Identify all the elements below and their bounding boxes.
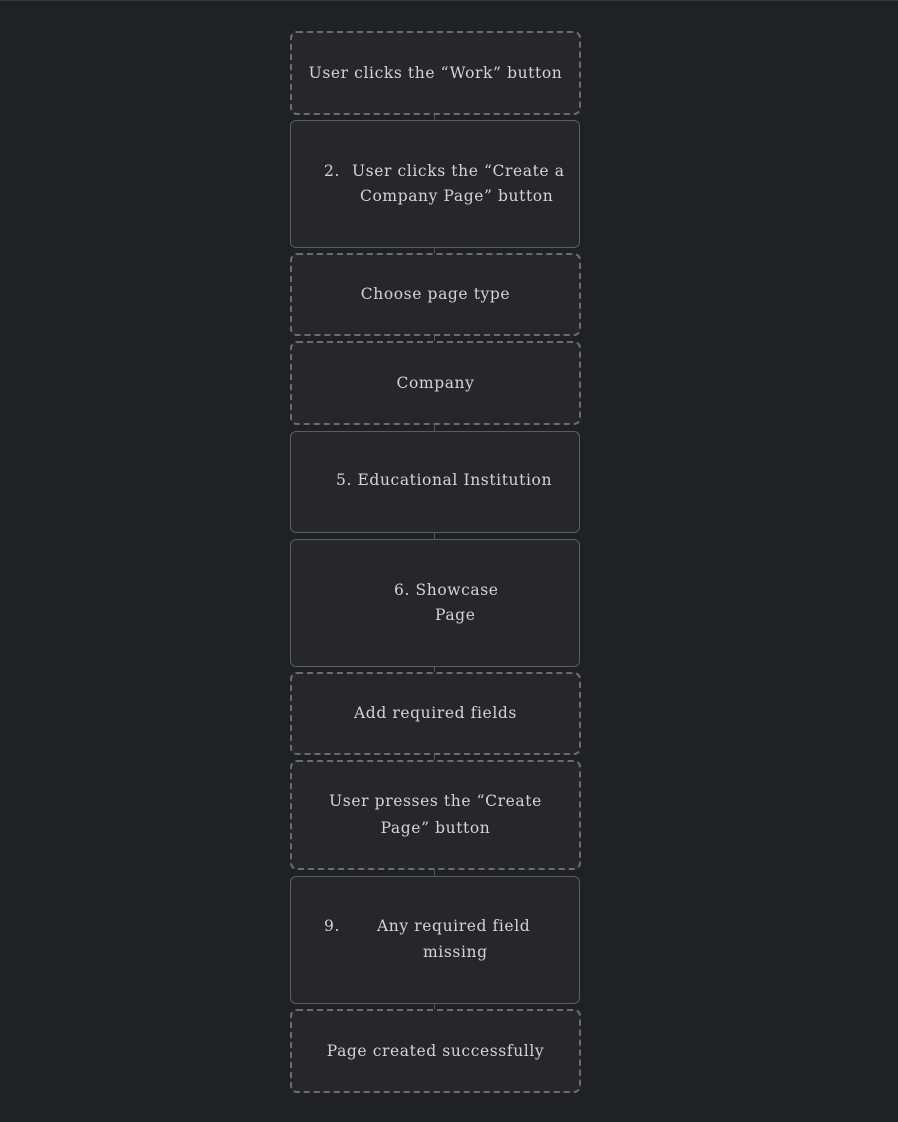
step-label-line-2: Company Page” button: [360, 187, 554, 205]
flow-step-company: Company: [290, 341, 581, 425]
step-number: 2.: [324, 162, 340, 180]
flow-step-showcase-page: 6. Showcase Page: [290, 539, 580, 667]
step-label-line-1: Any required field: [377, 917, 531, 935]
flow-step-label: Add required fields: [354, 704, 517, 722]
step-label-line-1: 6. Showcase: [394, 581, 499, 599]
flow-step-educational-institution: 5. Educational Institution: [290, 431, 580, 533]
flow-step-label: User clicks the “Work” button: [308, 63, 563, 82]
flow-step-add-required-fields: Add required fields: [290, 672, 581, 755]
flow-step-work-button: User clicks the “Work” button: [290, 31, 581, 115]
top-border: [0, 0, 898, 1]
flow-step-create-company-page: 2. User clicks the “Create a Company Pag…: [290, 120, 580, 248]
flow-step-press-create-page: User presses the “Create Page” button: [290, 760, 581, 870]
step-label-line-2: Page: [435, 606, 476, 624]
step-number: 9.: [324, 917, 340, 935]
flow-step-label: Page created successfully: [326, 1041, 545, 1060]
flow-step-required-field-missing: 9. Any required field missing: [290, 876, 580, 1004]
flow-step-page-created: Page created successfully: [290, 1009, 581, 1093]
flow-step-label: Company: [396, 373, 475, 392]
flow-step-label: User presses the “Create Page” button: [329, 792, 542, 837]
step-label-line-2: missing: [423, 943, 488, 961]
flow-step-label: Choose page type: [360, 285, 511, 303]
flow-step-choose-page-type: Choose page type: [290, 253, 581, 336]
step-label-line-1: User clicks the “Create a: [352, 162, 565, 180]
step-label: 5. Educational Institution: [336, 471, 553, 489]
